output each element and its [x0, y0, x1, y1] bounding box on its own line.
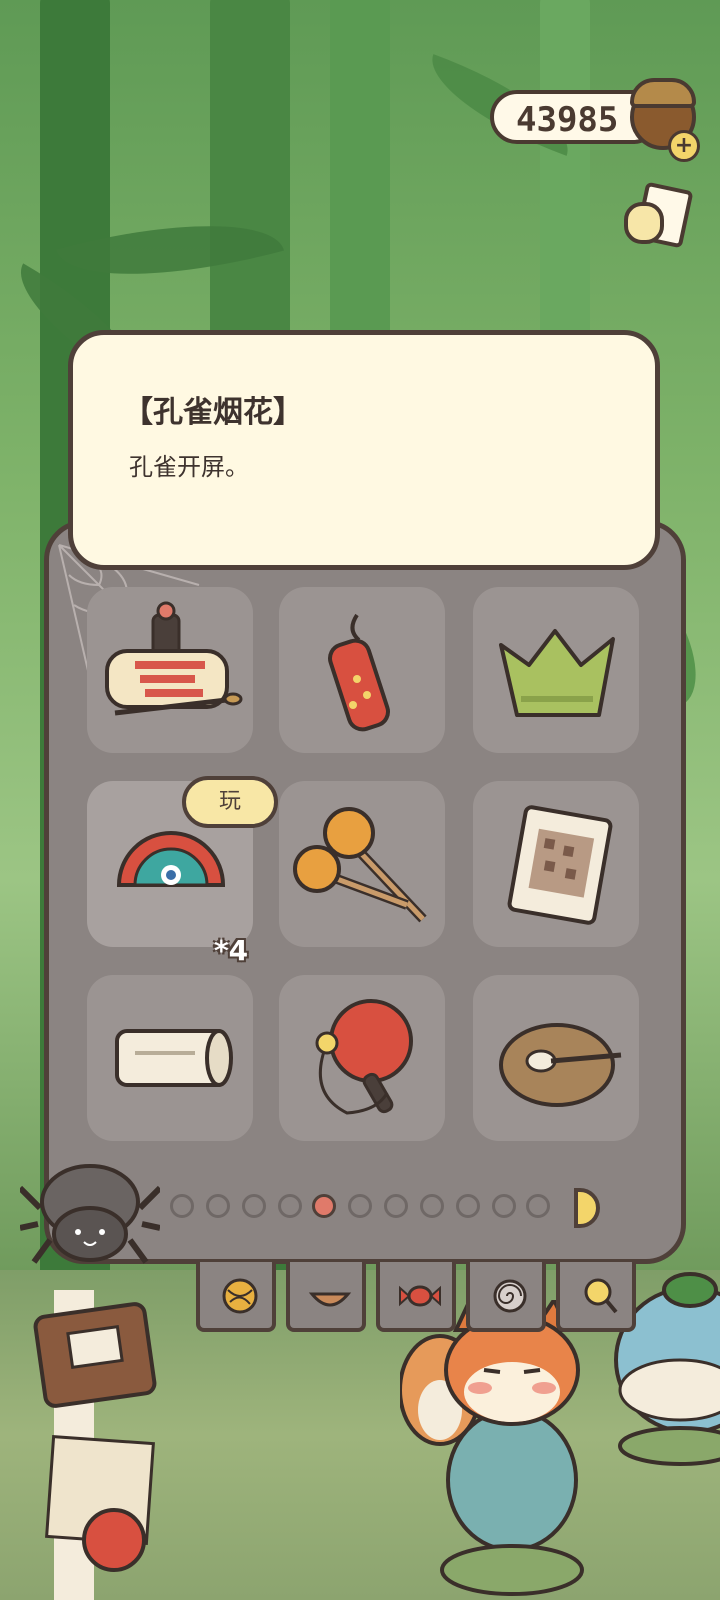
- candy-icon: [399, 1285, 441, 1307]
- inventory-slot-leaf-crown[interactable]: [473, 587, 639, 753]
- page-dot[interactable]: [348, 1194, 372, 1218]
- item-title: 【孔雀烟花】: [123, 395, 303, 430]
- picture-book-icon: [507, 805, 613, 925]
- acorn-cap-icon: [630, 78, 696, 108]
- inventory-panel: [44, 520, 686, 1264]
- tab-candy[interactable]: [376, 1262, 456, 1332]
- page-dot-active[interactable]: [312, 1194, 336, 1218]
- leaf-crown-icon: [499, 629, 615, 717]
- page-dot[interactable]: [420, 1194, 444, 1218]
- tab-search[interactable]: [556, 1262, 636, 1332]
- page-dot[interactable]: [170, 1194, 194, 1218]
- paper-roll-icon: [115, 1029, 233, 1087]
- tab-yarn[interactable]: [196, 1262, 276, 1332]
- firecracker-icon: [328, 613, 390, 732]
- clay-pot-icon: [499, 1023, 622, 1107]
- scroll-brush-set-icon: [105, 601, 243, 716]
- notes-button[interactable]: [622, 181, 694, 252]
- page-dot[interactable]: [456, 1194, 480, 1218]
- spider-character: [20, 1164, 160, 1264]
- currency-amount: 43985: [516, 100, 619, 140]
- add-currency-button[interactable]: +: [668, 130, 700, 162]
- ping-pong-paddle-icon: [315, 999, 413, 1115]
- maracas-icon: [293, 807, 427, 923]
- bowl-icon: [308, 1292, 352, 1307]
- notebook-stack-decoration: [33, 1290, 157, 1600]
- page-dot[interactable]: [278, 1194, 302, 1218]
- item-description: 孔雀开屏。: [129, 453, 249, 481]
- inventory-slot-firecracker[interactable]: [279, 587, 445, 753]
- page-dot[interactable]: [384, 1194, 408, 1218]
- paw-icon: [624, 202, 664, 244]
- magnifier-icon: [584, 1278, 618, 1314]
- tab-shell[interactable]: [466, 1262, 546, 1332]
- inventory-slot-scroll-brush[interactable]: [87, 587, 253, 753]
- play-item-button[interactable]: 玩: [182, 776, 278, 828]
- item-description-card: 【孔雀烟花】 孔雀开屏。: [68, 330, 660, 570]
- snail-shell-icon: [493, 1279, 527, 1313]
- inventory-slot-ping-pong[interactable]: [279, 975, 445, 1141]
- yarn-ball-icon: [222, 1278, 258, 1314]
- inventory-slot-maracas[interactable]: [279, 781, 445, 947]
- inventory-slot-paper-roll[interactable]: [87, 975, 253, 1141]
- page-dot[interactable]: [492, 1194, 516, 1218]
- item-count-badge: *4: [214, 934, 249, 967]
- page-dot[interactable]: [206, 1194, 230, 1218]
- fox-character: [400, 1300, 584, 1596]
- tab-food[interactable]: [286, 1262, 366, 1332]
- inventory-slot-clay-pot[interactable]: [473, 975, 639, 1141]
- page-dot[interactable]: [242, 1194, 266, 1218]
- inventory-slot-picture-book[interactable]: [473, 781, 639, 947]
- page-dot[interactable]: [526, 1194, 550, 1218]
